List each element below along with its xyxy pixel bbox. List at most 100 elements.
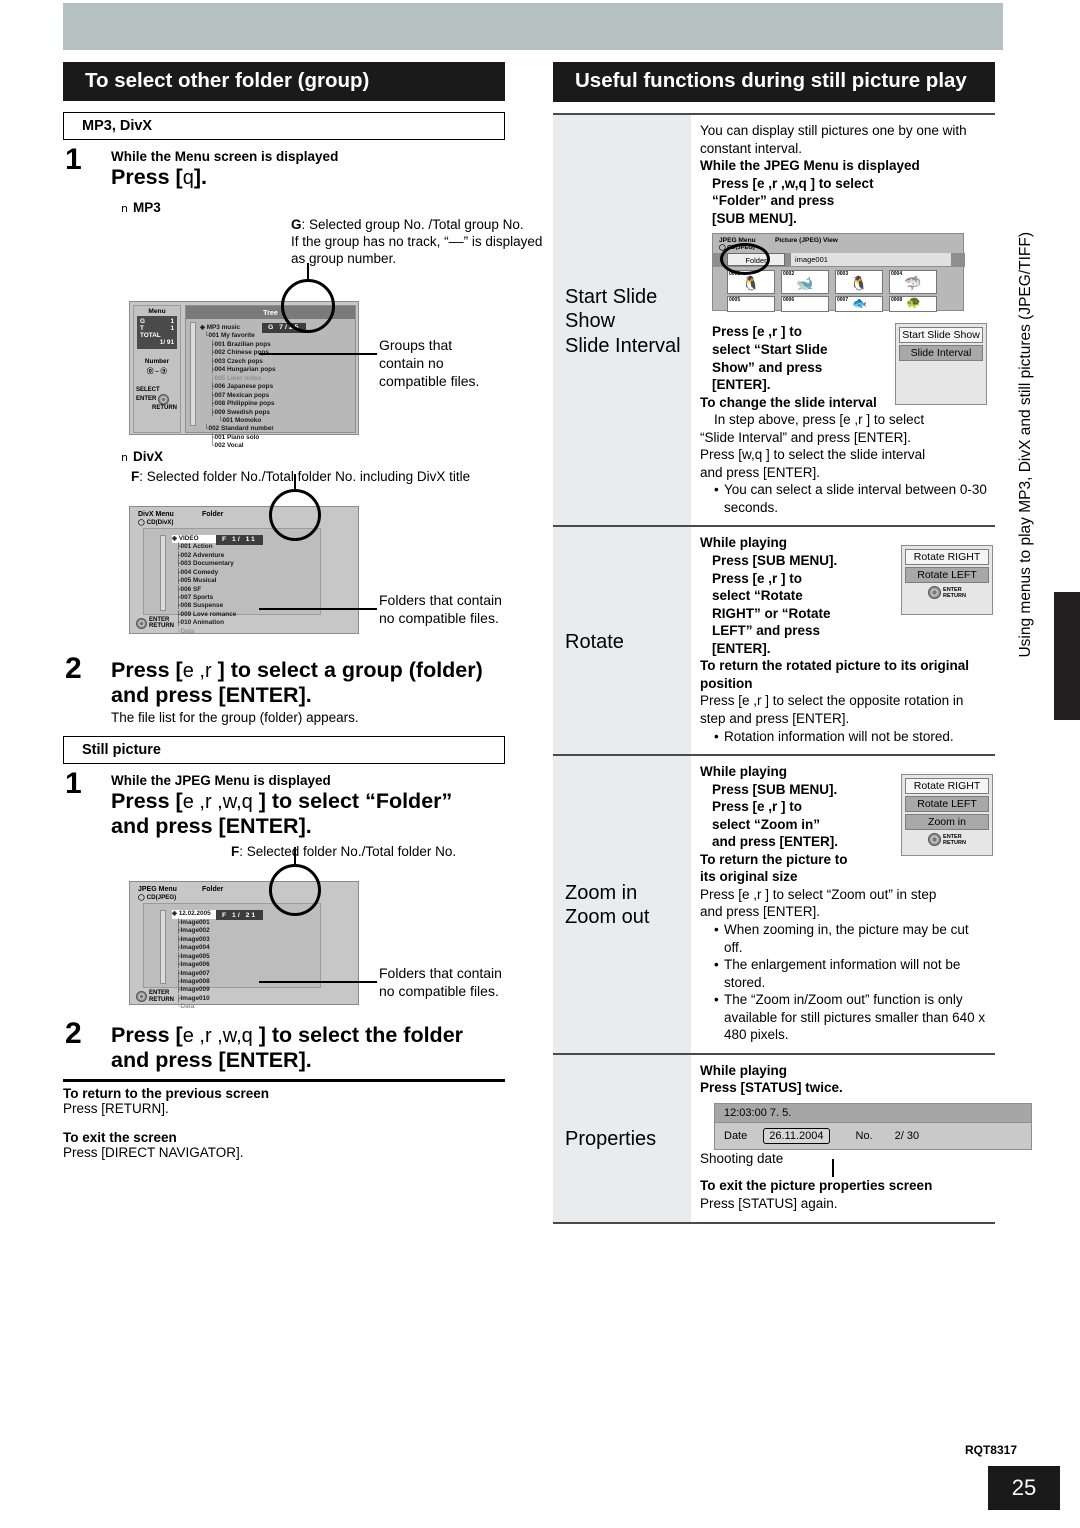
submenu-zoom: Rotate RIGHT Rotate LEFT Zoom in ENTER RE…	[901, 774, 993, 857]
jpeg-scrollbar[interactable]	[160, 910, 166, 985]
mp3-tree-area: Tree ◈ MP3 music └001 My favorite ├001 B…	[185, 304, 356, 449]
dial-icon	[928, 586, 942, 600]
jpeg-menu-label: JPEG Menu	[138, 886, 177, 894]
step-2-left: 2 Press [e ,r ] to select a group (folde…	[63, 653, 505, 725]
callout-leader-jpeg	[259, 981, 377, 984]
tree-item: Image009	[180, 986, 210, 994]
properties-no-value: 2/ 30	[894, 1129, 920, 1142]
thumbnail[interactable]: 0003 🐧	[835, 270, 883, 295]
tree-item: 002 Adventure	[180, 551, 225, 559]
mp3-scrollbar[interactable]	[190, 321, 196, 426]
divx-note-key: F	[131, 468, 140, 484]
callout-leader-mp3	[259, 352, 377, 355]
bullet-item: The “Zoom in/Zoom out” function is only …	[714, 991, 989, 1044]
dial-icon	[136, 617, 147, 629]
tree-item: Image001	[180, 918, 210, 926]
leader-line	[307, 262, 309, 281]
slideshow-cmd-line: “Folder” and press	[712, 193, 835, 209]
thumbnail[interactable]: 0007 🐟	[835, 296, 883, 313]
submenu-item-rotate-left[interactable]: Rotate LEFT	[905, 796, 989, 813]
tip-body: Press [DIRECT NAVIGATOR].	[63, 1144, 244, 1160]
cmd-part-2: ].	[193, 165, 207, 190]
cmd-part-3: and press [ENTER].	[111, 1048, 312, 1073]
properties-date-label: Date	[724, 1129, 748, 1142]
mp3-note-key: G	[291, 216, 302, 232]
pv-thumb-row-2: 0005 0006 0007 🐟 0008 🐢	[727, 296, 937, 313]
right-section-heading: Useful functions during still picture pl…	[553, 62, 995, 103]
bullet-item: When zooming in, the picture may be cut …	[714, 921, 989, 956]
jpeg-note-key: F	[231, 844, 240, 860]
tree-item: Image002	[180, 927, 210, 935]
mp3-number-label: Number	[144, 357, 170, 365]
label-mp3-text: MP3	[132, 199, 161, 215]
tree-item: 010 Animation	[180, 619, 224, 627]
tip-title: To exit the screen	[63, 1129, 177, 1145]
top-decorative-bar	[63, 3, 1003, 50]
submenu-item-rotate-right[interactable]: Rotate RIGHT	[905, 549, 989, 566]
properties-body-line: Press [STATUS] again.	[700, 1195, 838, 1211]
row-label-rotate: Rotate	[553, 527, 691, 755]
tree-item: 009 Swedish pops	[214, 408, 270, 416]
tree-item: 008 Philippine pops	[214, 400, 275, 408]
mp3-screen-block: Menu G 1 T 1 TOTAL 1/ 91 Number ⓪ – ⑨ SELE…	[63, 262, 505, 453]
tree-item: Image006	[180, 961, 210, 969]
mp3-enter-label: ENTER	[136, 396, 157, 403]
tree-item: 006 SF	[180, 585, 202, 593]
tree-item: Image007	[180, 969, 210, 977]
thumbnail[interactable]: 0006	[781, 296, 829, 313]
tree-item: 001 My favorite	[208, 332, 255, 340]
mp3-return-label: RETURN	[152, 404, 177, 411]
submenu-item-rotate-left[interactable]: Rotate LEFT	[905, 567, 989, 584]
rotate-body-line: step and press [ENTER].	[700, 710, 850, 726]
page-number: 25	[988, 1466, 1060, 1510]
tree-item: 001 Action	[180, 543, 213, 551]
thumbnail[interactable]: 0008 🐢	[889, 296, 937, 313]
thumbnail[interactable]: 0005	[727, 296, 775, 313]
functions-table: Start Slide Show Slide Interval You can …	[553, 113, 1032, 1224]
thumbnail[interactable]: 0004 🦈	[889, 270, 937, 295]
pv-thumb-row-1: 0001 🐧 0002 🐋 0003 🐧 0004 🦈	[727, 270, 937, 295]
rotate-cmd-line: LEFT” and press	[712, 623, 821, 639]
jpeg-disc-label: ◯ CD(JPEG)	[138, 894, 177, 902]
submenu-item-rotate-right[interactable]: Rotate RIGHT	[905, 778, 989, 795]
tree-item: 001 Momoko	[222, 416, 262, 424]
thumbnail[interactable]: 0002 🐋	[781, 270, 829, 295]
row-label-properties: Properties	[553, 1054, 691, 1222]
dial-icon	[928, 833, 942, 847]
submenu-item-zoom-in[interactable]: Zoom in	[905, 814, 989, 831]
tree-item: 003 Czech pops	[214, 357, 263, 365]
step-precondition: While the Menu screen is displayed	[111, 149, 339, 165]
magnifier-circle-mp3	[281, 278, 335, 333]
dial-icon	[136, 991, 147, 1003]
step-4-left: 2 Press [e ,r ,w,q ] to select the folde…	[63, 1019, 505, 1073]
step-precondition: While the JPEG Menu is displayed	[111, 773, 331, 789]
callout-text-mp3: Groups that contain no compatible files.	[379, 336, 480, 389]
tree-item: Image004	[180, 944, 210, 952]
tree-item-dim: Data	[180, 627, 195, 635]
mp3-dial-group: ENTER	[134, 393, 180, 405]
tree-item: 004 Hungarian pops	[214, 366, 276, 374]
tree-item: Image003	[180, 935, 210, 943]
slideshow-body-line: Press [w,q ] to select the slide interva…	[700, 447, 926, 463]
step-3-left: 1 While the JPEG Menu is displayed Press…	[63, 769, 505, 838]
divx-disc-label: ◯ CD(DivX)	[138, 518, 174, 526]
zoom-body-line: and press [ENTER].	[700, 904, 821, 920]
mp3-menu-panel: Menu G 1 T 1 TOTAL 1/ 91 Number ⓪ – ⑨ SELE…	[133, 304, 181, 433]
mp3-select-label: SELECT	[136, 386, 160, 393]
submenu-item-slide-interval[interactable]: Slide Interval	[899, 345, 983, 362]
properties-time: 12:03:00 7. 5.	[714, 1102, 1032, 1122]
properties-no-label: No.	[855, 1129, 873, 1142]
divx-scrollbar[interactable]	[160, 534, 166, 611]
cmd-key: q	[182, 167, 194, 190]
slideshow-precondition: While the JPEG Menu is displayed	[700, 158, 920, 174]
tip-exit: To exit the screen Press [DIRECT NAVIGAT…	[63, 1130, 505, 1160]
mp3-panel-title: Menu	[148, 307, 166, 315]
cmd-part-1: Press [	[111, 789, 183, 814]
tree-item: 003 Documentary	[180, 560, 234, 568]
pv-view-label: Picture (JPEG) View	[775, 237, 838, 245]
tree-item: Image005	[180, 952, 210, 960]
cmd-part-1: Press [	[111, 657, 183, 682]
submenu-item-start-slide-show[interactable]: Start Slide Show	[899, 327, 983, 344]
divx-note: F: Selected folder No./Total folder No. …	[131, 469, 505, 486]
dial-legend: ENTER RETURN	[905, 586, 989, 600]
